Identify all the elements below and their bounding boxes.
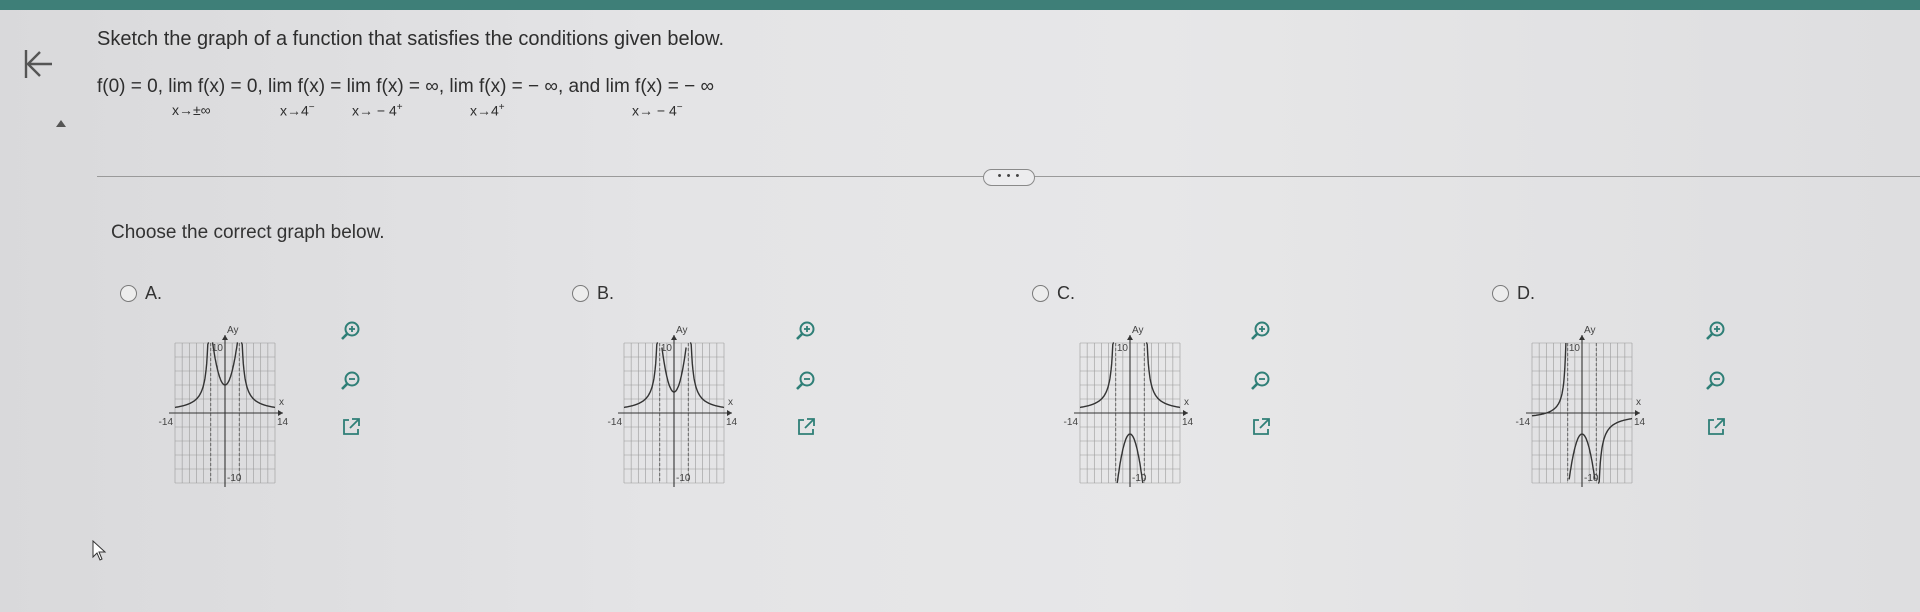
x-min-label: -14 bbox=[608, 417, 623, 428]
zoom-out-icon[interactable] bbox=[340, 370, 362, 392]
question-text: Sketch the graph of a function that sati… bbox=[97, 28, 725, 50]
option-b-radio[interactable] bbox=[572, 285, 589, 302]
top-accent-bar bbox=[0, 0, 1920, 10]
option-a[interactable]: A. bbox=[120, 283, 162, 304]
open-in-new-window-icon[interactable] bbox=[340, 416, 362, 438]
y-min-label: -10 bbox=[676, 473, 691, 484]
option-a-label: A. bbox=[145, 283, 163, 303]
y-axis-label: Ay bbox=[1132, 325, 1144, 336]
zoom-in-icon[interactable] bbox=[1705, 320, 1727, 342]
open-in-new-window-icon[interactable] bbox=[1250, 416, 1272, 438]
option-b-label: B. bbox=[597, 283, 615, 303]
y-min-label: -10 bbox=[1132, 473, 1147, 484]
limit-subscript-4: x→4+ bbox=[470, 102, 505, 119]
limit-subscript-2: x→4− bbox=[280, 102, 315, 119]
option-a-radio[interactable] bbox=[120, 285, 137, 302]
x-axis-label: x bbox=[1184, 397, 1189, 408]
option-d-label: D. bbox=[1517, 283, 1535, 303]
x-max-label: 14 bbox=[1182, 417, 1194, 428]
y-axis-label: Ay bbox=[676, 325, 688, 336]
y-max-label: 10 bbox=[661, 343, 673, 354]
y-max-label: 10 bbox=[1569, 343, 1581, 354]
zoom-in-icon[interactable] bbox=[340, 320, 362, 342]
collapse-arrow-icon[interactable] bbox=[56, 120, 66, 127]
y-max-label: 10 bbox=[1117, 343, 1129, 354]
back-to-start-icon[interactable] bbox=[18, 44, 58, 84]
limit-subscript-5: x→ − 4− bbox=[632, 102, 683, 119]
option-c-graph[interactable]: Ay x 10 -10 -14 14 bbox=[1060, 318, 1210, 498]
y-axis-label: Ay bbox=[227, 325, 239, 336]
x-min-label: -14 bbox=[1516, 417, 1531, 428]
option-d-graph[interactable]: Ay x 10 -10 -14 14 bbox=[1512, 318, 1662, 498]
x-axis-label: x bbox=[1636, 397, 1641, 408]
x-min-label: -14 bbox=[159, 417, 174, 428]
x-max-label: 14 bbox=[277, 417, 289, 428]
option-c-radio[interactable] bbox=[1032, 285, 1049, 302]
open-in-new-window-icon[interactable] bbox=[795, 416, 817, 438]
x-axis-arrow bbox=[727, 410, 732, 416]
option-d-radio[interactable] bbox=[1492, 285, 1509, 302]
open-in-new-window-icon[interactable] bbox=[1705, 416, 1727, 438]
option-b[interactable]: B. bbox=[572, 283, 614, 304]
y-axis-label: Ay bbox=[1584, 325, 1596, 336]
x-max-label: 14 bbox=[726, 417, 738, 428]
option-c-label: C. bbox=[1057, 283, 1075, 303]
y-min-label: -10 bbox=[1584, 473, 1599, 484]
y-max-label: 10 bbox=[212, 343, 224, 354]
choose-prompt: Choose the correct graph below. bbox=[111, 222, 385, 243]
zoom-in-icon[interactable] bbox=[1250, 320, 1272, 342]
option-a-graph[interactable]: Ay x 10 -10 -14 14 bbox=[155, 318, 305, 498]
x-axis-label: x bbox=[279, 397, 284, 408]
x-axis-label: x bbox=[728, 397, 733, 408]
limit-subscript-3: x→ − 4+ bbox=[352, 102, 403, 119]
limit-subscript-1: x→±∞ bbox=[172, 102, 211, 118]
x-max-label: 14 bbox=[1634, 417, 1646, 428]
x-axis-arrow bbox=[1183, 410, 1188, 416]
x-min-label: -14 bbox=[1064, 417, 1079, 428]
option-c[interactable]: C. bbox=[1032, 283, 1075, 304]
mouse-cursor-icon bbox=[92, 540, 107, 561]
y-min-label: -10 bbox=[227, 473, 242, 484]
option-d[interactable]: D. bbox=[1492, 283, 1535, 304]
x-axis-arrow bbox=[1635, 410, 1640, 416]
option-b-graph[interactable]: Ay x 10 -10 -14 14 bbox=[604, 318, 754, 498]
zoom-out-icon[interactable] bbox=[1250, 370, 1272, 392]
x-axis-arrow bbox=[278, 410, 283, 416]
zoom-out-icon[interactable] bbox=[795, 370, 817, 392]
conditions-formula: f(0) = 0, lim f(x) = 0, lim f(x) = lim f… bbox=[97, 76, 715, 97]
more-button[interactable]: • • • bbox=[983, 169, 1035, 186]
zoom-in-icon[interactable] bbox=[795, 320, 817, 342]
zoom-out-icon[interactable] bbox=[1705, 370, 1727, 392]
